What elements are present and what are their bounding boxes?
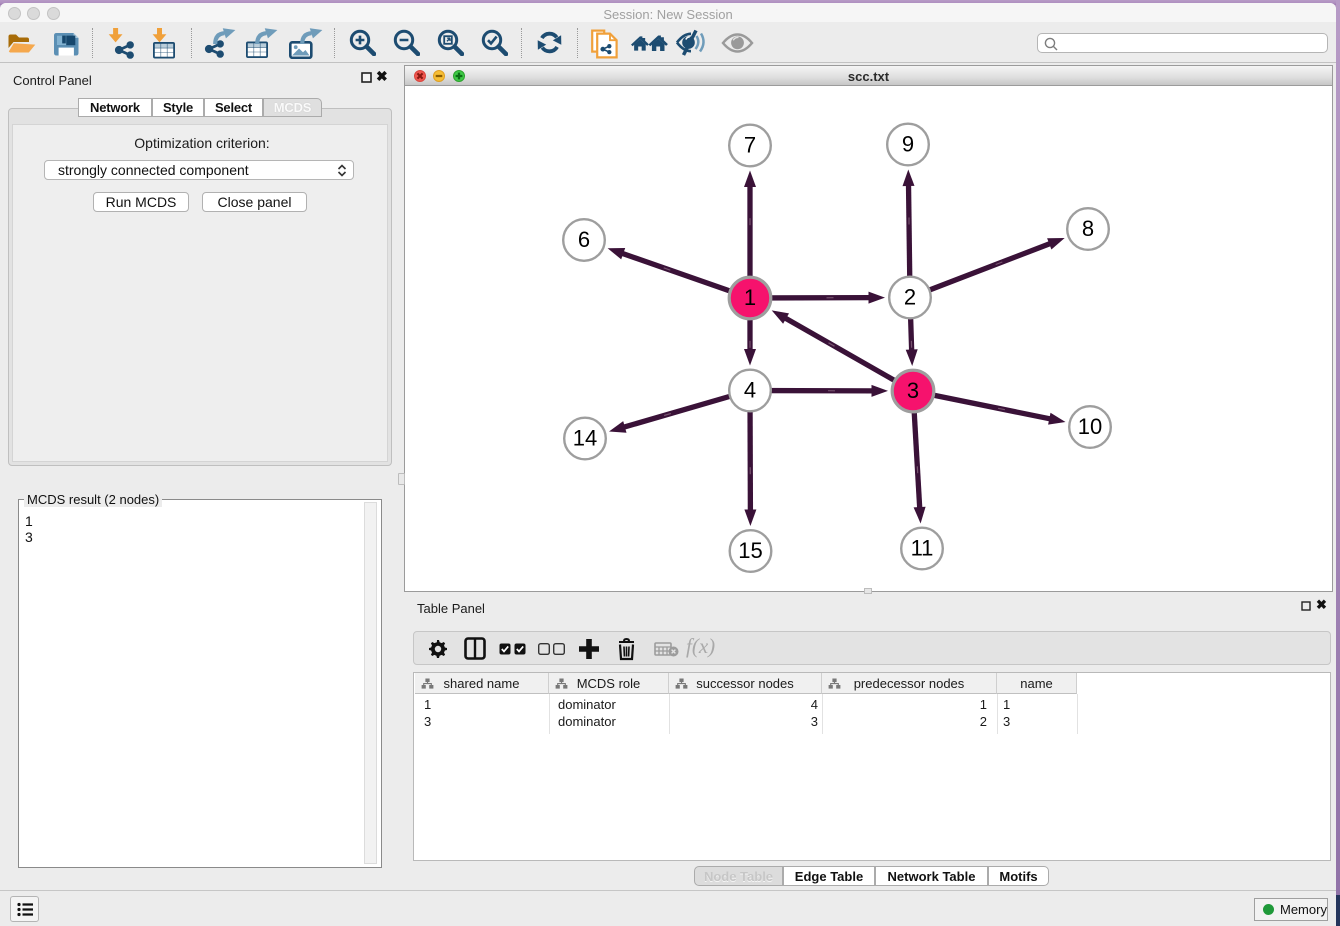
svg-text:3: 3 <box>907 378 919 403</box>
svg-text:2: 2 <box>904 285 916 310</box>
svg-text:15: 15 <box>738 538 762 563</box>
svg-text:4: 4 <box>744 378 756 403</box>
svg-text:10: 10 <box>1078 414 1102 439</box>
svg-text:7: 7 <box>744 133 756 158</box>
svg-text:11: 11 <box>911 536 934 561</box>
svg-text:9: 9 <box>902 132 914 157</box>
svg-text:8: 8 <box>1082 216 1094 241</box>
svg-text:1: 1 <box>744 285 756 310</box>
svg-text:14: 14 <box>573 426 597 451</box>
svg-text:6: 6 <box>578 227 590 252</box>
